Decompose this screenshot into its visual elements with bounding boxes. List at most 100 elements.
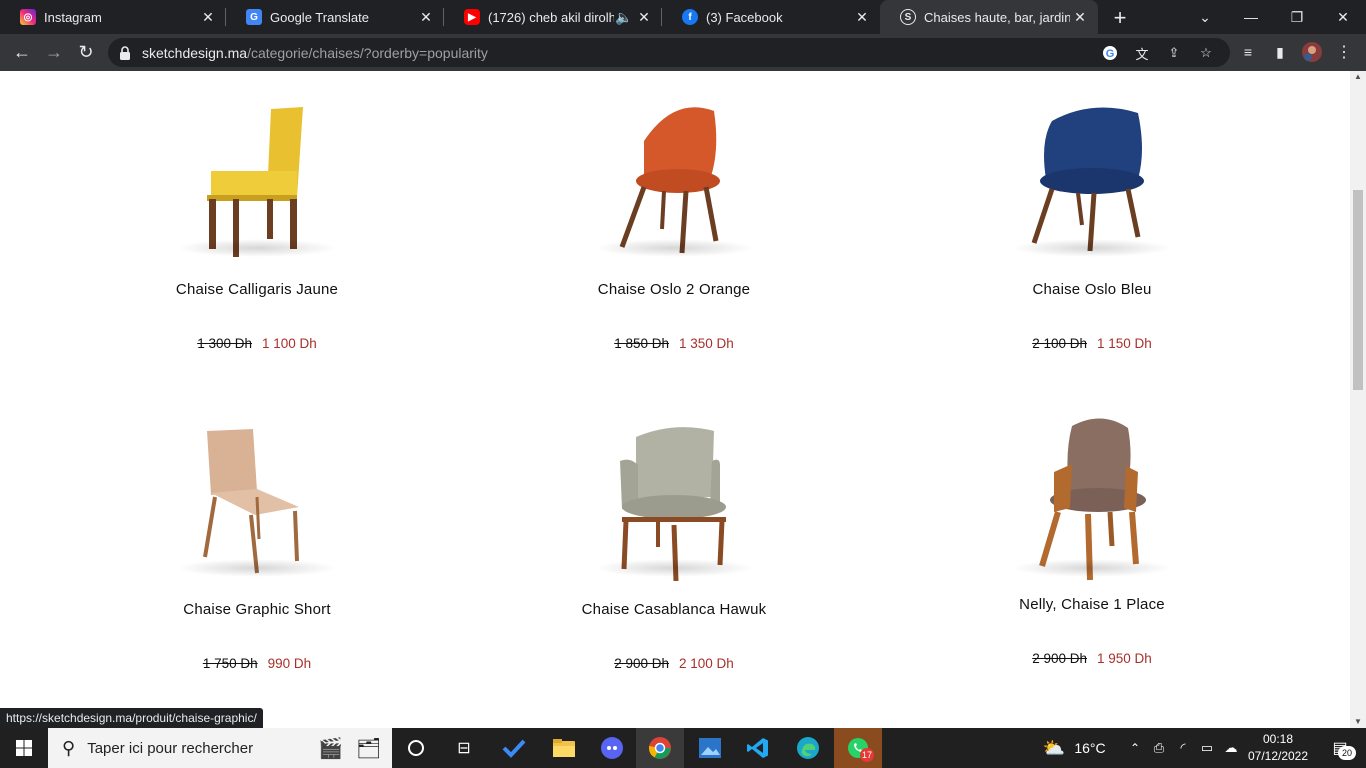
taskbar-search-box[interactable]: ⚲ Taper ici pour rechercher 🎬 🗂 <box>48 728 392 768</box>
cortana-icon[interactable] <box>392 728 440 768</box>
close-tab-icon[interactable]: ✕ <box>198 9 218 26</box>
product-name[interactable]: Nelly, Chaise 1 Place <box>942 596 1242 613</box>
product-image[interactable] <box>524 101 824 261</box>
chair-graphic-icon <box>203 429 299 574</box>
notification-center-icon[interactable]: ▤ 20 <box>1322 728 1358 768</box>
shadow <box>594 559 754 577</box>
start-button[interactable] <box>0 728 48 768</box>
close-tab-icon[interactable]: ✕ <box>852 9 872 26</box>
old-price: 1 850 Dh <box>614 336 669 351</box>
windows-logo-icon <box>16 740 32 756</box>
tab-title: (3) Facebook <box>706 9 783 25</box>
new-tab-button[interactable]: + <box>1108 5 1132 31</box>
product-name[interactable]: Chaise Calligaris Jaune <box>107 281 407 298</box>
back-button[interactable]: ← <box>8 38 36 66</box>
product-prices: 1 850 Dh 1 350 Dh <box>524 336 824 351</box>
photos-app-icon[interactable] <box>686 728 734 768</box>
product-name[interactable]: Chaise Oslo 2 Orange <box>524 281 824 298</box>
sale-price: 2 100 Dh <box>679 656 734 671</box>
system-clock[interactable]: 00:18 07/12/2022 <box>1246 731 1310 765</box>
product-image[interactable] <box>942 416 1242 581</box>
restore-button[interactable]: ❐ <box>1274 0 1320 34</box>
product-prices: 2 900 Dh 2 100 Dh <box>524 656 824 671</box>
tab-google-translate[interactable]: G Google Translate ✕ <box>226 0 444 34</box>
product-prices: 2 100 Dh 1 150 Dh <box>942 336 1242 351</box>
product-prices: 2 900 Dh 1 950 Dh <box>942 651 1242 666</box>
sketchdesign-icon: S <box>900 9 916 25</box>
scroll-down-arrow-icon[interactable]: ▼ <box>1350 716 1366 728</box>
speaker-icon[interactable]: 🔈 <box>614 9 634 26</box>
product-card[interactable]: Chaise Oslo 2 Orange 1 850 Dh 1 350 Dh <box>524 101 824 351</box>
close-tab-icon[interactable]: ✕ <box>1070 9 1090 26</box>
whatsapp-icon[interactable]: 17 <box>834 728 882 768</box>
discord-icon[interactable] <box>588 728 636 768</box>
tab-facebook[interactable]: f (3) Facebook ✕ <box>662 0 880 34</box>
product-card[interactable]: Nelly, Chaise 1 Place 2 900 Dh 1 950 Dh <box>942 416 1242 666</box>
sale-price: 1 100 Dh <box>262 336 317 351</box>
onedrive-icon[interactable]: ☁ <box>1222 728 1240 768</box>
product-name[interactable]: Chaise Graphic Short <box>107 601 407 618</box>
search-highlight-icon: 🎬 <box>318 737 343 760</box>
address-bar[interactable]: sketchdesign.ma/categorie/chaises/?order… <box>108 38 1230 67</box>
file-explorer-icon[interactable] <box>540 728 588 768</box>
product-image[interactable] <box>942 101 1242 261</box>
product-card[interactable]: Chaise Oslo Bleu 2 100 Dh 1 150 Dh <box>942 101 1242 351</box>
media-control-icon[interactable]: ≡ <box>1238 42 1258 62</box>
tab-youtube[interactable]: ▶ (1726) cheb akil dirolha l 🔈 ✕ <box>444 0 662 34</box>
translate-icon[interactable]: 文 <box>1134 45 1150 62</box>
wifi-icon[interactable]: ◜ <box>1174 728 1192 768</box>
devices-icon[interactable]: ⎙ <box>1150 728 1168 768</box>
product-image[interactable] <box>107 101 407 261</box>
search-placeholder: Taper ici pour rechercher <box>87 739 254 757</box>
reload-button[interactable]: ↻ <box>72 38 100 66</box>
vscode-icon[interactable] <box>734 728 782 768</box>
scroll-up-arrow-icon[interactable]: ▲ <box>1350 71 1366 83</box>
minimize-button[interactable]: — <box>1228 0 1274 34</box>
share-icon[interactable]: ⇪ <box>1166 45 1182 61</box>
product-name[interactable]: Chaise Casablanca Hawuk <box>524 601 824 618</box>
tab-search-icon[interactable]: ⌄ <box>1182 0 1228 34</box>
product-card[interactable]: Chaise Casablanca Hawuk 2 900 Dh 2 100 Dh <box>524 421 824 671</box>
old-price: 1 300 Dh <box>197 336 252 351</box>
product-card[interactable]: Chaise Graphic Short 1 750 Dh 990 Dh <box>107 421 407 671</box>
shadow <box>1012 239 1172 257</box>
todo-app-icon[interactable] <box>490 728 538 768</box>
search-highlight-icon: 🗂 <box>356 737 382 760</box>
side-panel-icon[interactable]: ▮ <box>1270 42 1290 62</box>
product-image[interactable] <box>524 421 824 582</box>
google-icon[interactable]: G <box>1102 45 1118 61</box>
product-card[interactable]: Chaise Calligaris Jaune 1 300 Dh 1 100 Dh <box>107 101 407 351</box>
sale-price: 1 150 Dh <box>1097 336 1152 351</box>
chevron-up-icon[interactable]: ⌃ <box>1126 728 1144 768</box>
tab-sketchdesign[interactable]: S Chaises haute, bar, jardin et c ✕ <box>880 0 1098 34</box>
old-price: 2 900 Dh <box>1032 651 1087 666</box>
url-path: /categorie/chaises/?orderby=popularity <box>247 44 488 61</box>
lock-icon[interactable] <box>118 45 132 60</box>
instagram-icon: ◎ <box>20 9 36 25</box>
clock-date: 07/12/2022 <box>1247 749 1309 763</box>
weather-temperature[interactable]: 16°C <box>1070 728 1110 768</box>
chair-orange-icon <box>619 107 720 254</box>
chair-yellow-icon <box>207 107 303 257</box>
chrome-icon[interactable] <box>636 728 684 768</box>
bookmark-star-icon[interactable]: ☆ <box>1198 45 1214 61</box>
product-name[interactable]: Chaise Oslo Bleu <box>942 281 1242 298</box>
task-view-icon[interactable]: ⊟ <box>440 728 488 768</box>
close-tab-icon[interactable]: ✕ <box>416 9 436 26</box>
url-host: sketchdesign.ma <box>142 44 248 61</box>
profile-avatar[interactable] <box>1302 42 1322 62</box>
close-window-button[interactable]: ✕ <box>1320 0 1366 34</box>
tab-instagram[interactable]: ◎ Instagram ✕ <box>0 0 226 34</box>
forward-button[interactable]: → <box>40 38 68 66</box>
battery-icon[interactable]: ▭ <box>1198 728 1216 768</box>
edge-icon[interactable] <box>784 728 832 768</box>
close-tab-icon[interactable]: ✕ <box>634 9 654 26</box>
weather-icon[interactable]: ⛅ <box>1040 728 1068 768</box>
product-image[interactable] <box>107 421 407 581</box>
sale-price: 990 Dh <box>267 656 312 671</box>
page-scrollbar[interactable]: ▲ ▼ <box>1350 71 1366 728</box>
scrollbar-thumb[interactable] <box>1353 190 1363 390</box>
windows-taskbar: ⚲ Taper ici pour rechercher 🎬 🗂 ⊟ 17 ⛅ 1… <box>0 728 1366 768</box>
menu-icon[interactable]: ⋮ <box>1334 42 1354 62</box>
chair-casablanca-icon <box>620 427 726 582</box>
